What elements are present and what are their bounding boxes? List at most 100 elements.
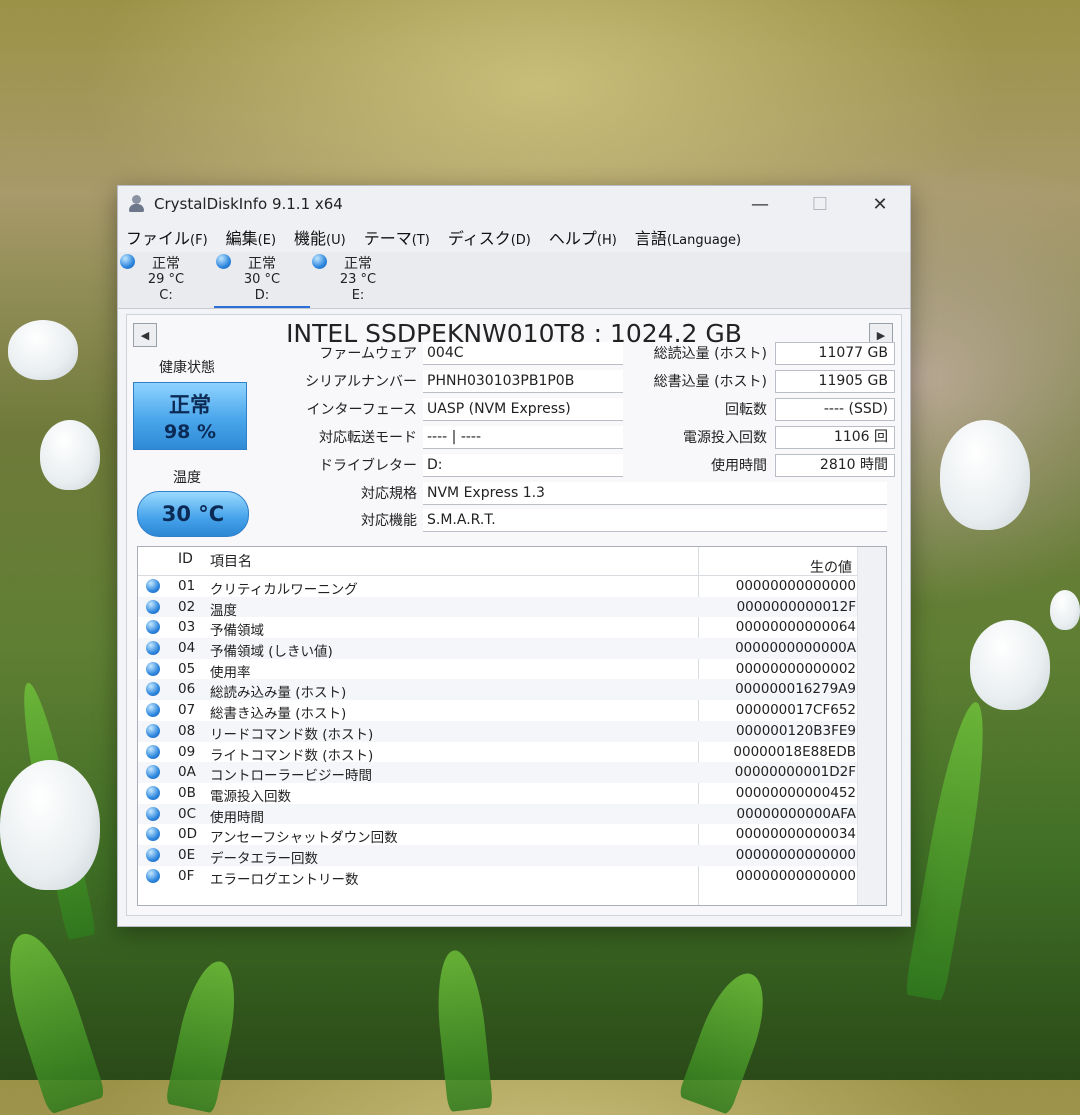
row-id: 03 bbox=[178, 619, 196, 636]
table-row[interactable]: 01 クリティカルワーニング 00000000000000 bbox=[138, 576, 886, 598]
table-row[interactable]: 08 リードコマンド数 (ホスト) 000000120B3FE9 bbox=[138, 720, 886, 743]
power-count-row: 電源投入回数 1106 回 bbox=[627, 425, 895, 449]
row-raw-value: 00000000000000 bbox=[735, 867, 856, 884]
status-dot-icon bbox=[146, 827, 160, 842]
host-reads-value: 11077 GB bbox=[775, 341, 895, 365]
row-id: 09 bbox=[178, 743, 196, 760]
health-status-box[interactable]: 正常 98 % bbox=[133, 382, 247, 450]
drive-tab-c[interactable]: 正常 29 °C C: bbox=[118, 252, 214, 308]
status-dot-icon bbox=[146, 579, 160, 593]
column-header-raw[interactable]: 生の値 bbox=[810, 557, 852, 577]
transfer-mode-label: 対応転送モード bbox=[319, 430, 417, 446]
status-dot-icon bbox=[146, 744, 160, 759]
column-header-name[interactable]: 項目名 bbox=[210, 551, 252, 571]
table-row[interactable]: 0A コントローラービジー時間 00000000001D2F bbox=[138, 762, 886, 785]
standard-value: NVM Express 1.3 bbox=[423, 481, 887, 505]
close-button[interactable]: ✕ bbox=[850, 186, 910, 222]
row-raw-value: 00000000000452 bbox=[735, 784, 856, 801]
smart-table-header: ID 項目名 生の値 bbox=[138, 547, 886, 576]
row-name: 電源投入回数 bbox=[210, 788, 291, 805]
drive-letter-value: D: bbox=[423, 453, 623, 477]
table-row[interactable]: 03 予備領域 00000000000064 bbox=[138, 617, 886, 639]
menu-function[interactable]: 機能(U) bbox=[294, 225, 346, 249]
window-title: CrystalDiskInfo 9.1.1 x64 bbox=[154, 195, 343, 213]
host-writes-value: 11905 GB bbox=[775, 369, 895, 393]
temperature-box[interactable]: 30 °C bbox=[137, 491, 249, 537]
drive-tab-d[interactable]: 正常 30 °C D: bbox=[214, 252, 310, 308]
status-dot-icon bbox=[146, 599, 160, 614]
row-name: ライトコマンド数 (ホスト) bbox=[210, 747, 374, 764]
row-name: 使用時間 bbox=[210, 809, 264, 826]
status-dot-icon bbox=[146, 620, 160, 635]
standard-label: 対応規格 bbox=[361, 486, 417, 502]
features-value: S.M.A.R.T. bbox=[423, 508, 887, 532]
status-dot-icon bbox=[146, 847, 160, 862]
power-hours-label: 使用時間 bbox=[711, 458, 767, 474]
row-name: 総読み込み量 (ホスト) bbox=[210, 685, 347, 702]
menu-file[interactable]: ファイル(F) bbox=[126, 225, 208, 249]
features-label: 対応機能 bbox=[361, 513, 417, 529]
minimize-button[interactable]: — bbox=[730, 186, 790, 222]
row-id: 0F bbox=[178, 867, 195, 884]
maximize-button[interactable]: ☐ bbox=[790, 186, 850, 222]
host-reads-row: 総読込量 (ホスト) 11077 GB bbox=[627, 341, 895, 365]
background-leaf bbox=[677, 964, 778, 1115]
row-name: コントローラービジー時間 bbox=[210, 768, 372, 785]
row-id: 0B bbox=[178, 784, 196, 801]
row-id: 07 bbox=[178, 702, 196, 719]
table-row[interactable]: 0B 電源投入回数 00000000000452 bbox=[138, 783, 886, 805]
table-row[interactable]: 09 ライトコマンド数 (ホスト) 00000018E88EDB bbox=[138, 742, 886, 764]
table-row[interactable]: 0E データエラー回数 00000000000000 bbox=[138, 844, 886, 867]
triangle-right-icon: ▶ bbox=[876, 328, 886, 342]
row-name: データエラー回数 bbox=[210, 850, 318, 867]
table-row[interactable]: 07 総書き込み量 (ホスト) 000000017CF652 bbox=[138, 700, 886, 723]
background-leaf bbox=[0, 925, 107, 1115]
status-dot-icon bbox=[146, 661, 160, 676]
row-name: アンセーフシャットダウン回数 bbox=[210, 830, 398, 847]
row-raw-value: 00000000000002 bbox=[735, 660, 856, 677]
menu-language[interactable]: 言語(Language) bbox=[635, 225, 741, 249]
menu-help[interactable]: ヘルプ(H) bbox=[549, 225, 617, 249]
rotation-row: 回転数 ---- (SSD) bbox=[627, 397, 895, 421]
title-bar[interactable]: CrystalDiskInfo 9.1.1 x64 — ☐ ✕ bbox=[118, 186, 910, 222]
health-status-icon bbox=[216, 254, 231, 269]
row-id: 08 bbox=[178, 722, 196, 739]
background-flower bbox=[8, 320, 78, 380]
menu-theme[interactable]: テーマ(T) bbox=[364, 225, 430, 249]
table-row[interactable]: 04 予備領域 (しきい値) 0000000000000A bbox=[138, 638, 886, 660]
serial-value: PHNH030103PB1P0B bbox=[423, 369, 623, 393]
drive-letter-row: ドライブレター D: bbox=[267, 453, 623, 477]
row-raw-value: 00000000000000 bbox=[735, 846, 856, 863]
power-hours-value: 2810 時間 bbox=[775, 453, 895, 477]
table-row[interactable]: 0F エラーログエントリー数 00000000000000 bbox=[138, 866, 886, 888]
row-name: クリティカルワーニング bbox=[210, 582, 358, 598]
table-row[interactable]: 06 総読み込み量 (ホスト) 000000016279A9 bbox=[138, 679, 886, 702]
row-id: 04 bbox=[178, 640, 196, 657]
drive-letter: C: bbox=[159, 288, 173, 303]
row-raw-value: 00000000001D2F bbox=[734, 764, 856, 781]
drive-temp: 30 °C bbox=[243, 272, 281, 287]
row-id: 0D bbox=[178, 826, 197, 843]
menu-edit[interactable]: 編集(E) bbox=[226, 225, 276, 249]
transfer-mode-value: ---- | ---- bbox=[423, 425, 623, 449]
health-status-icon bbox=[312, 254, 327, 269]
background-flower bbox=[940, 420, 1030, 530]
table-row[interactable]: 0C 使用時間 00000000000AFA bbox=[138, 803, 886, 826]
table-row[interactable]: 02 温度 0000000000012F bbox=[138, 596, 886, 619]
drive-tab-e[interactable]: 正常 23 °C E: bbox=[310, 252, 406, 308]
background-leaf bbox=[164, 956, 246, 1114]
table-row[interactable]: 0D アンセーフシャットダウン回数 00000000000034 bbox=[138, 824, 886, 847]
background-flower bbox=[40, 420, 100, 490]
status-dot-icon bbox=[146, 785, 160, 800]
interface-row: インターフェース UASP (NVM Express) bbox=[267, 397, 623, 421]
row-raw-value: 0000000000012F bbox=[736, 598, 856, 615]
host-writes-row: 総書込量 (ホスト) 11905 GB bbox=[627, 369, 895, 393]
row-id: 0A bbox=[178, 764, 196, 781]
table-row[interactable]: 05 使用率 00000000000002 bbox=[138, 659, 886, 681]
drive-selector-bar: 正常 29 °C C: 正常 30 °C D: 正常 23 °C E: bbox=[118, 252, 910, 309]
menu-disk[interactable]: ディスク(D) bbox=[448, 225, 531, 249]
row-name: 総書き込み量 (ホスト) bbox=[210, 706, 347, 723]
column-header-id[interactable]: ID bbox=[178, 551, 193, 567]
row-raw-value: 000000016279A9 bbox=[735, 681, 856, 698]
scrollbar[interactable] bbox=[857, 547, 886, 905]
